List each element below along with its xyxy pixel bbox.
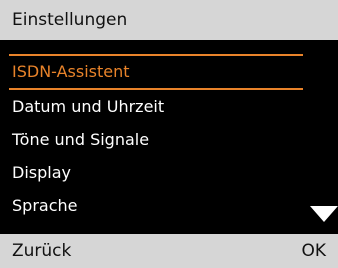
settings-menu: ISDN-Assistent Datum und Uhrzeit Töne un…: [0, 40, 338, 230]
phone-display: Einstellungen ISDN-Assistent Datum und U…: [0, 0, 338, 268]
menu-item-display[interactable]: Display: [12, 157, 312, 189]
softkey-bar: Zurück OK: [0, 234, 338, 268]
menu-item-sprache[interactable]: Sprache: [12, 190, 312, 222]
scroll-down-icon: [310, 206, 338, 222]
menu-item-label: Sprache: [12, 196, 78, 215]
menu-item-label: Datum und Uhrzeit: [12, 97, 165, 116]
page-title: Einstellungen: [12, 10, 128, 30]
menu-item-toene-und-signale[interactable]: Töne und Signale: [12, 124, 312, 156]
menu-item-datum-und-uhrzeit[interactable]: Datum und Uhrzeit: [12, 91, 312, 123]
menu-item-label: Display: [12, 163, 71, 182]
ok-softkey[interactable]: OK: [301, 234, 326, 268]
menu-item-isdn-assistent[interactable]: ISDN-Assistent: [12, 56, 312, 88]
back-softkey[interactable]: Zurück: [12, 234, 71, 268]
selection-bottom-border: [9, 88, 303, 90]
menu-item-label: ISDN-Assistent: [12, 62, 130, 81]
title-bar: Einstellungen: [0, 0, 338, 40]
menu-item-label: Töne und Signale: [12, 130, 150, 149]
